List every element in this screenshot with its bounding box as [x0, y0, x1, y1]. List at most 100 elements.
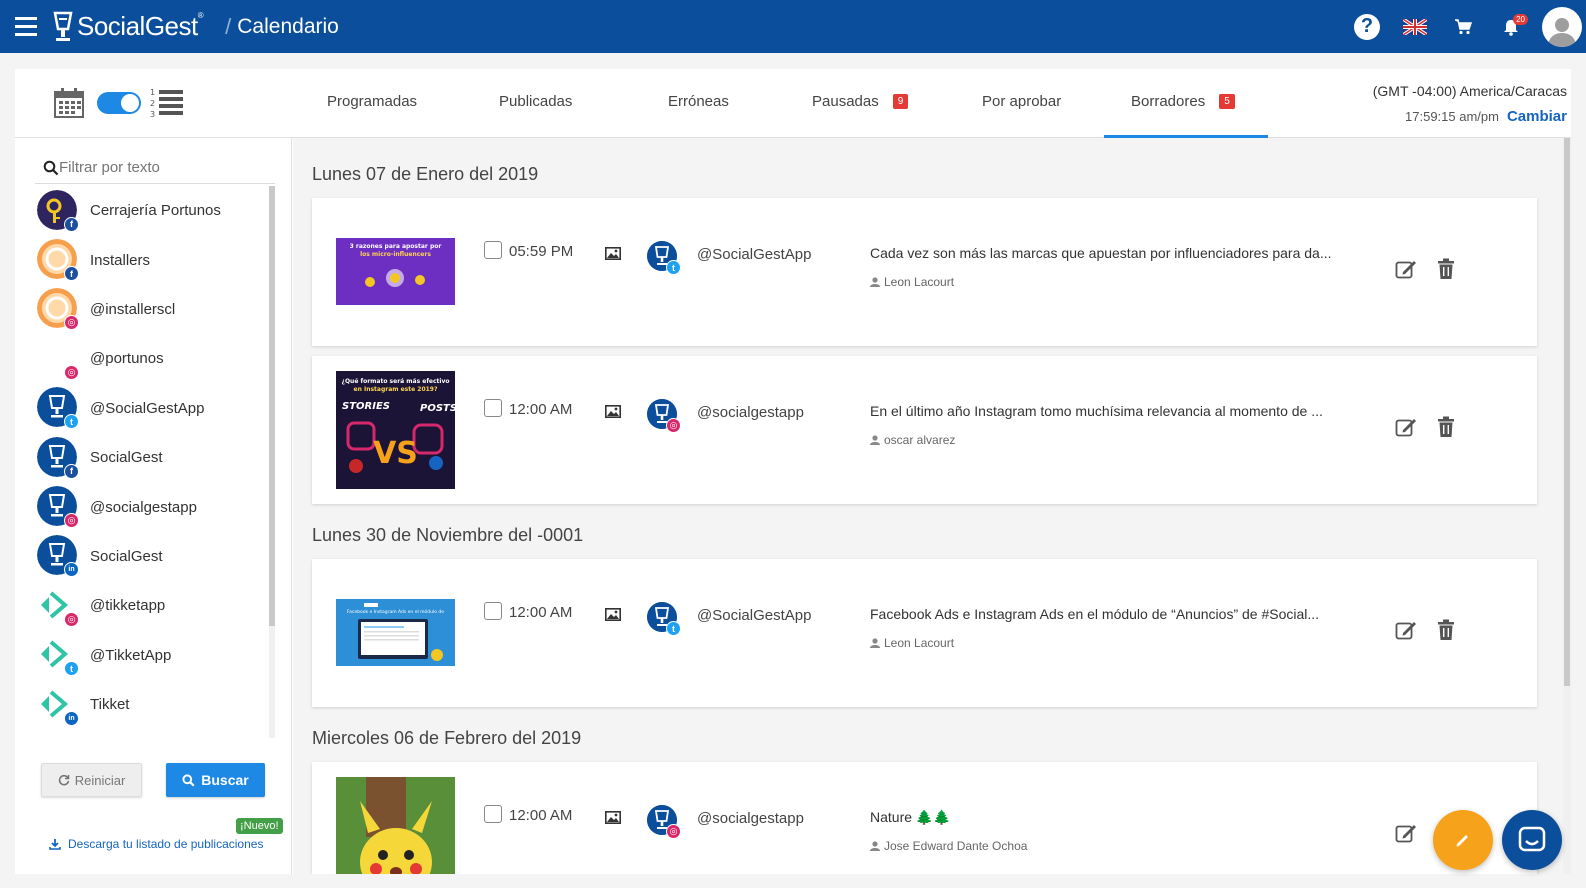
- list-view-icon[interactable]: 1 2 3: [150, 87, 184, 119]
- tab-por-aprobar[interactable]: Por aprobar: [982, 93, 1061, 110]
- tab-erroneas[interactable]: Erróneas: [668, 93, 729, 110]
- change-timezone-link[interactable]: Cambiar: [1507, 108, 1567, 125]
- post-time: 12:00 AM: [509, 401, 573, 418]
- post-image: [336, 777, 455, 874]
- account-item[interactable]: f SocialGest: [35, 433, 273, 482]
- edit-icon[interactable]: [1395, 416, 1417, 438]
- post-thumbnail[interactable]: ¿Qué formato será más efectivo en Instag…: [336, 371, 455, 489]
- menu-icon: [15, 15, 37, 39]
- instagram-icon: ◎: [64, 315, 79, 331]
- account-name: @TikketApp: [90, 646, 172, 664]
- top-bar: SocialGest® / Calendario ? 20: [0, 0, 1586, 53]
- edit-icon[interactable]: [1395, 258, 1417, 280]
- linkedin-icon: in: [64, 562, 79, 578]
- language-button[interactable]: [1400, 12, 1430, 42]
- account-item[interactable]: t @TikketApp: [35, 631, 273, 680]
- account-item[interactable]: t @SocialGestApp: [35, 384, 273, 433]
- user-icon: [870, 435, 880, 445]
- edit-icon[interactable]: [1395, 619, 1417, 641]
- trash-icon[interactable]: [1437, 258, 1455, 280]
- svg-text:3: 3: [150, 110, 155, 119]
- tab-pausadas[interactable]: Pausadas 9: [812, 93, 909, 110]
- trash-icon[interactable]: [1437, 619, 1455, 641]
- user-avatar[interactable]: [1542, 6, 1582, 47]
- account-item[interactable]: ◎ @portunos: [35, 334, 273, 383]
- twitter-icon: t: [64, 414, 79, 430]
- content-scrollbar[interactable]: [1563, 138, 1571, 874]
- help-button[interactable]: ?: [1352, 12, 1382, 42]
- new-post-fab[interactable]: [1433, 810, 1493, 870]
- accounts-scrollbar-thumb[interactable]: [269, 186, 275, 626]
- account-item[interactable]: ◎ @installerscl: [35, 285, 273, 334]
- post-card: 3 razones para apostar por los micro-inf…: [312, 198, 1537, 346]
- instagram-icon: ◎: [666, 418, 681, 433]
- svg-text:STORIES: STORIES: [342, 401, 390, 412]
- accounts-sidebar: f Cerrajería Portunos f Installers: [15, 138, 292, 874]
- view-toggle[interactable]: [97, 92, 141, 114]
- account-avatar: in: [37, 683, 79, 726]
- menu-button[interactable]: [0, 0, 52, 53]
- cart-button[interactable]: [1448, 12, 1478, 42]
- account-avatar: f: [37, 239, 79, 282]
- accounts-list: f Cerrajería Portunos f Installers ◎ @in…: [35, 186, 273, 738]
- account-item[interactable]: in SocialGest: [35, 532, 273, 581]
- instagram-icon: ◎: [64, 364, 79, 380]
- post-thumbnail[interactable]: 3 razones para apostar por los micro-inf…: [336, 238, 455, 305]
- post-checkbox[interactable]: [484, 241, 502, 259]
- posts-content: Lunes 07 de Enero del 2019 3 razones par…: [293, 138, 1563, 874]
- image-icon: [605, 608, 621, 621]
- reset-button[interactable]: Reiniciar: [41, 763, 142, 797]
- post-time: 05:59 PM: [509, 243, 574, 260]
- post-thumbnail[interactable]: Facebook e Instagram Ads en el módulo de: [336, 599, 455, 666]
- tab-borradores[interactable]: Borradores 5: [1131, 93, 1235, 110]
- calendar-view-icon[interactable]: [53, 87, 85, 119]
- post-thumbnail[interactable]: [336, 777, 455, 874]
- account-item[interactable]: ◎ @tikketapp: [35, 581, 273, 630]
- post-checkbox[interactable]: [484, 399, 502, 417]
- post-profile-avatar: ◎: [647, 805, 681, 839]
- account-item[interactable]: f Cerrajería Portunos: [35, 186, 273, 235]
- post-checkbox[interactable]: [484, 602, 502, 620]
- download-list-link[interactable]: Descarga tu listado de publicaciones: [49, 837, 263, 851]
- trash-icon[interactable]: [1437, 416, 1455, 438]
- account-item[interactable]: in Tikket: [35, 680, 273, 729]
- content-scrollbar-thumb[interactable]: [1564, 138, 1570, 686]
- tabs-bar: 1 2 3 Programadas Publicadas Erróneas Paus…: [15, 69, 1571, 138]
- linkedin-icon: in: [64, 710, 79, 726]
- post-author: Leon Lacourt: [870, 636, 954, 650]
- account-name: SocialGest: [90, 449, 163, 467]
- filter-box: [35, 152, 275, 184]
- account-avatar: ◎: [37, 486, 79, 529]
- post-handle: @socialgestapp: [697, 810, 804, 827]
- timezone-box: (GMT -04:00) America/Caracas 17:59:15 am…: [1373, 83, 1567, 125]
- account-avatar: ◎: [37, 584, 79, 627]
- account-name: @portunos: [90, 350, 164, 368]
- filter-input[interactable]: [59, 159, 249, 176]
- search-icon: [43, 160, 59, 176]
- post-image: 3 razones para apostar por los micro-inf…: [336, 238, 455, 305]
- brand-logo[interactable]: SocialGest®: [52, 11, 204, 43]
- account-item[interactable]: ◎ @socialgestapp: [35, 482, 273, 531]
- post-handle: @SocialGestApp: [697, 246, 812, 263]
- account-item[interactable]: f Installers: [35, 235, 273, 284]
- notifications-button[interactable]: 20: [1496, 12, 1528, 42]
- search-button[interactable]: Buscar: [166, 763, 265, 797]
- account-name: @installerscl: [90, 300, 176, 318]
- notifications-count-badge: 20: [1513, 13, 1528, 25]
- tab-publicadas[interactable]: Publicadas: [499, 93, 572, 110]
- post-checkbox[interactable]: [484, 805, 502, 823]
- account-name: Tikket: [90, 696, 130, 714]
- account-name: Installers: [90, 251, 151, 269]
- svg-text:1: 1: [150, 88, 155, 97]
- timezone-label: (GMT -04:00) America/Caracas: [1372, 83, 1567, 99]
- twitter-icon: t: [666, 621, 681, 636]
- svg-text:3 razones para apostar por: 3 razones para apostar por: [350, 243, 442, 250]
- search-icon: [182, 773, 195, 787]
- svg-text:¿Qué formato será más efectivo: ¿Qué formato será más efectivo: [341, 378, 449, 385]
- account-avatar: t: [37, 634, 79, 677]
- tab-programadas[interactable]: Programadas: [327, 93, 417, 110]
- chat-fab[interactable]: [1502, 810, 1562, 870]
- image-icon: [605, 405, 621, 418]
- account-avatar: f: [37, 189, 79, 232]
- edit-icon[interactable]: [1395, 822, 1417, 844]
